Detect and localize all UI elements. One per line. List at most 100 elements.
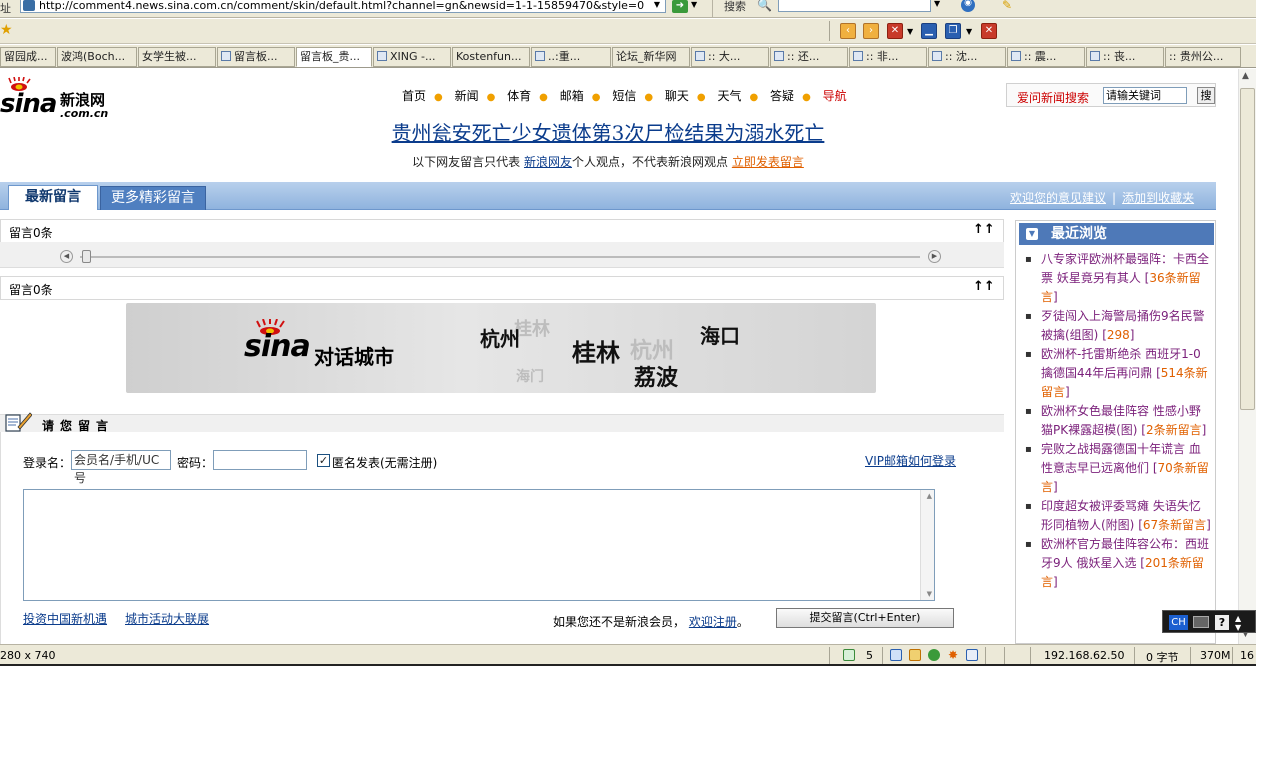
search-icon[interactable]: 🔍 [757, 0, 773, 12]
sina-netizen-link[interactable]: 新浪网友 [524, 155, 572, 169]
globe-status-icon[interactable] [928, 649, 940, 661]
go-arrow-icon[interactable]: ➜ [672, 0, 688, 13]
browser-tab[interactable]: XING -... [373, 47, 451, 67]
browser-tab[interactable]: Kostenfun... [452, 47, 530, 67]
news-search-input[interactable]: 请输关键词 [1103, 87, 1187, 104]
browser-tab[interactable]: 论坛_新华网 [612, 47, 690, 67]
restore-icon[interactable]: ❐ [945, 23, 961, 39]
go-dropdown-icon[interactable]: ▼ [691, 0, 697, 9]
recent-item[interactable]: ▪ 完败之战揭露德国十年谎言 血性意志早已远离他们 [70条新留言] [1022, 440, 1212, 497]
nav-mail[interactable]: 邮箱 [560, 87, 584, 104]
post-comment-link[interactable]: 立即发表留言 [732, 155, 804, 169]
back-icon[interactable]: ‹ [840, 23, 856, 39]
nav-sms[interactable]: 短信 [612, 87, 636, 104]
ime-options-icon[interactable]: ▲ ▼ [1235, 614, 1241, 632]
status-separator [985, 647, 986, 664]
scroll-down-icon[interactable]: ▼ [927, 590, 932, 598]
tab-more-comments[interactable]: 更多精彩留言 [100, 186, 206, 210]
slider-right-icon[interactable]: ▶ [928, 250, 941, 263]
recent-item[interactable]: ▪ 欧洲杯官方最佳阵容公布：西班牙9人 俄妖星入选 [201条新留言] [1022, 535, 1212, 592]
forward-icon[interactable]: › [863, 23, 879, 39]
city-dialog-banner[interactable]: sina 对话城市 桂林 杭州 桂林 杭州 海口 海门 荔波 [126, 303, 876, 393]
browser-tab[interactable]: 留言板... [217, 47, 295, 67]
recent-item[interactable]: ▪ 八专家评欧洲杯最强阵：卡西全票 妖星竟另有其人 [36条新留言] [1022, 250, 1212, 307]
feedback-link[interactable]: 欢迎您的意见建议 [1010, 191, 1106, 205]
nav-weather[interactable]: 天气 [717, 87, 741, 104]
nav-news[interactable]: 新闻 [455, 87, 479, 104]
slider-thumb[interactable] [82, 250, 91, 263]
toolbar-search-input[interactable] [778, 0, 931, 12]
favorites-star-icon[interactable]: ★ [0, 22, 13, 38]
status-extra: 16 [1240, 649, 1254, 662]
add-favorite-link[interactable]: 添加到收藏夹 [1122, 191, 1194, 205]
recent-item[interactable]: ▪ 欧洲杯女色最佳阵容 性感小野猫PK裸露超模(图) [2条新留言] [1022, 402, 1212, 440]
sun-icon[interactable]: ✸ [947, 649, 959, 661]
scroll-up-icon[interactable]: ▲ [1242, 71, 1249, 81]
register-link[interactable]: 欢迎注册 [689, 615, 737, 629]
refresh-icon[interactable] [843, 649, 855, 661]
network-icon[interactable] [890, 649, 902, 661]
recent-item[interactable]: ▪ 歹徒闯入上海警局捅伤9名民警被擒(组图) [298] [1022, 307, 1212, 345]
status-ip: 192.168.62.50 [1044, 649, 1125, 662]
ime-help-icon[interactable]: ? [1215, 615, 1229, 630]
recent-item-count[interactable]: 298 [1107, 328, 1130, 342]
nav-sports[interactable]: 体育 [507, 87, 531, 104]
scroll-up-icon[interactable]: ▲ [927, 492, 932, 500]
nav-chat[interactable]: 聊天 [665, 87, 689, 104]
tab-latest-comments[interactable]: 最新留言 [8, 185, 98, 210]
nav-navigation[interactable]: 导航 [823, 87, 847, 104]
browser-tab[interactable]: 波鸿(Boch... [57, 47, 137, 67]
ime-language-indicator[interactable]: CH [1169, 615, 1188, 630]
collapse-icon[interactable]: ▼ [1026, 228, 1038, 240]
browser-tab[interactable]: :: 震... [1007, 47, 1085, 67]
keyboard-icon[interactable] [1193, 616, 1209, 628]
search-dropdown-icon[interactable]: ▼ [934, 0, 940, 8]
minimize-icon[interactable]: ▁ [921, 23, 937, 39]
popup-block-icon[interactable] [909, 649, 921, 661]
anonymous-checkbox[interactable]: ✓ [317, 454, 330, 467]
address-dropdown-icon[interactable]: ▼ [650, 0, 664, 13]
browser-tab[interactable]: :: 丧... [1086, 47, 1164, 67]
nav-faq[interactable]: 答疑 [770, 87, 794, 104]
browser-tab[interactable]: :: 非... [849, 47, 927, 67]
article-headline[interactable]: 贵州瓮安死亡少女遗体第3次尸检结果为溺水死亡 [0, 117, 1216, 146]
browser-tab-active[interactable]: 留言板_贵... [296, 47, 372, 67]
slider-track[interactable] [80, 256, 920, 258]
submit-comment-button[interactable]: 提交留言(Ctrl+Enter) [776, 608, 954, 628]
edit-icon[interactable] [966, 649, 978, 661]
address-input[interactable]: http://comment4.news.sina.com.cn/comment… [20, 0, 666, 13]
pencil-icon[interactable]: ✎ [1002, 0, 1012, 12]
close-tab-icon[interactable]: ✕ [887, 23, 903, 39]
city-events-link[interactable]: 城市活动大联展 [125, 610, 209, 627]
recent-item-count[interactable]: 2条新留言 [1146, 423, 1202, 437]
slider-left-icon[interactable]: ◀ [60, 250, 73, 263]
scroll-top-icon[interactable]: ↑↑ [973, 279, 995, 294]
password-input[interactable] [213, 450, 307, 470]
browser-tab[interactable]: ..:重... [531, 47, 611, 67]
page-content: sina 新浪网 .com.cn 首页 ● 新闻 ● 体育 ● 邮箱 ● 短信 ● 聊天 ●… [0, 69, 1238, 644]
scroll-top-icon[interactable]: ↑↑ [973, 222, 995, 237]
browser-tab[interactable]: 女学生被... [138, 47, 216, 67]
comment-textarea[interactable]: ▲ ▼ [23, 489, 935, 601]
nav-home[interactable]: 首页 [402, 87, 426, 104]
close-dropdown-icon[interactable]: ▼ [907, 27, 913, 36]
recent-item-count[interactable]: 67条新留言 [1143, 518, 1206, 532]
textarea-scrollbar[interactable]: ▲ ▼ [920, 490, 934, 600]
news-search-button[interactable]: 搜 [1197, 87, 1215, 104]
browser-tab[interactable]: :: 贵州公... [1165, 47, 1241, 67]
browser-tab[interactable]: :: 大... [691, 47, 769, 67]
login-input[interactable]: 会员名/手机/UC号 [71, 450, 171, 485]
vip-login-help-link[interactable]: VIP邮箱如何登录 [865, 452, 956, 469]
close-window-icon[interactable]: ✕ [981, 23, 997, 39]
recent-item[interactable]: ▪ 印度超女被评委骂瘫 失语失忆形同植物人(附图) [67条新留言] [1022, 497, 1212, 535]
sina-logo[interactable]: sina 新浪网 .com.cn [0, 75, 120, 120]
globe-icon[interactable]: ◉ [961, 0, 975, 12]
recent-item[interactable]: ▪ 欧洲杯-托雷斯绝杀 西班牙1-0擒德国44年后再问鼎 [514条新留言] [1022, 345, 1212, 402]
browser-tab[interactable]: :: 沈... [928, 47, 1006, 67]
page-scrollbar[interactable]: ▲ ▼ [1238, 69, 1256, 644]
browser-tab[interactable]: :: 还... [770, 47, 848, 67]
scrollbar-thumb[interactable] [1240, 88, 1255, 410]
browser-tab[interactable]: 留园成... [0, 47, 56, 67]
restore-dropdown-icon[interactable]: ▼ [966, 27, 972, 36]
invest-china-link[interactable]: 投资中国新机遇 [23, 610, 107, 627]
